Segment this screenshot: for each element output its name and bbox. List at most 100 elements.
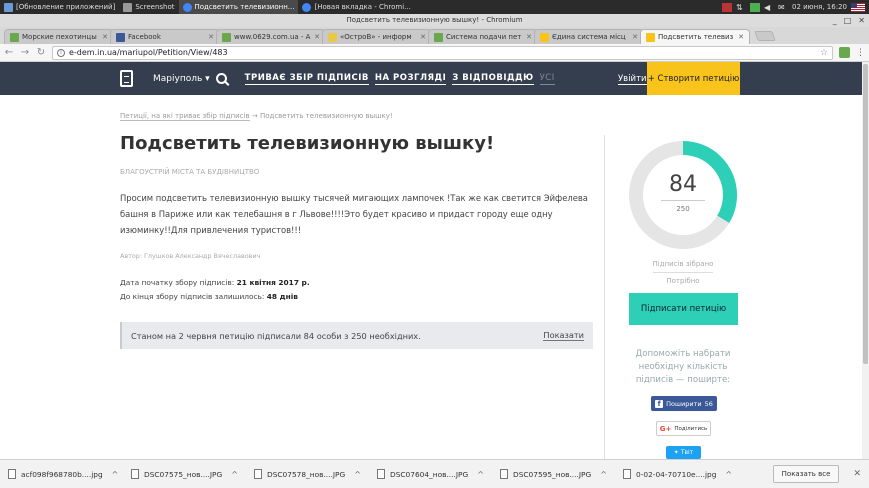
days-left-value: 48 днів [266, 292, 298, 301]
extension-icon[interactable] [839, 47, 850, 58]
security-icon[interactable] [750, 2, 760, 12]
chevron-up-icon[interactable]: ^ [477, 470, 484, 479]
tab-title: «ОстроВ» - информ [340, 33, 412, 41]
volume-icon[interactable]: ◀ [764, 3, 774, 12]
system-tray: ⇅ ◀ ✉ 02 июня, 16:20 [722, 2, 869, 12]
show-signatures-link[interactable]: Показати [543, 330, 584, 341]
clock[interactable]: 02 июня, 16:20 [792, 3, 847, 11]
tab-title: Facebook [128, 33, 161, 41]
tab-title: Морские пехотинцы [22, 33, 97, 41]
browser-tab-active[interactable]: Подсветить телевиз ✕ [640, 29, 750, 44]
breadcrumb-link[interactable]: Петиції, на які триває збір підписів [120, 112, 250, 121]
download-item[interactable]: acf098f968780b....jpg ^ [8, 469, 131, 479]
taskbar-item[interactable]: [Обновление приложений] [0, 0, 119, 14]
nav-link-answered[interactable]: З ВІДПОВІДДЮ [452, 73, 534, 85]
close-downloads-icon[interactable]: ✕ [853, 469, 861, 479]
chevron-up-icon[interactable]: ^ [354, 470, 361, 479]
search-icon[interactable] [215, 73, 227, 84]
chevron-up-icon[interactable]: ^ [600, 470, 607, 479]
create-petition-button[interactable]: + Створити петицію [647, 62, 740, 95]
download-item[interactable]: DSC07595_нов....JPG ^ [500, 469, 623, 479]
keyboard-layout-flag-icon[interactable] [851, 2, 865, 12]
envelope-icon[interactable]: ✉ [778, 3, 788, 12]
browser-tab[interactable]: Facebook ✕ [110, 29, 220, 44]
tab-title: www.0629.com.ua - А [234, 33, 311, 41]
chromium-icon [182, 2, 192, 12]
download-item[interactable]: DSC07575_нов....JPG ^ [131, 469, 254, 479]
nav-link-all[interactable]: УСІ [539, 73, 555, 85]
close-tab-icon[interactable]: ✕ [632, 33, 638, 41]
back-arrow-icon[interactable]: ← [4, 47, 14, 58]
breadcrumb: Петиції, на які триває збір підписів → П… [120, 112, 393, 121]
browser-tab[interactable]: Морские пехотинцы ✕ [4, 29, 114, 44]
info-icon[interactable]: i [57, 48, 65, 57]
network-icon[interactable]: ⇅ [736, 3, 746, 12]
browser-tab[interactable]: «ОстроВ» - информ ✕ [322, 29, 432, 44]
close-window-button[interactable]: ✕ [858, 14, 865, 27]
url-text[interactable]: e-dem.in.ua/mariupol/Petition/View/483 [69, 48, 228, 57]
signatures-needed-count: 250 [676, 205, 690, 213]
download-item[interactable]: DSC07578_нов....JPG ^ [254, 469, 377, 479]
chevron-up-icon[interactable]: ^ [231, 470, 238, 479]
window-titlebar: Подсветить телевизионную вышку! - Chromi… [0, 14, 869, 27]
reload-icon[interactable]: ↻ [36, 47, 46, 58]
tab-strip: Морские пехотинцы ✕ Facebook ✕ www.0629.co… [0, 27, 869, 44]
column-divider [604, 135, 605, 459]
taskbar-item-label: Подсветить телевизионн... [194, 3, 295, 11]
chromium-icon [302, 2, 312, 12]
close-tab-icon[interactable]: ✕ [102, 33, 108, 41]
address-bar[interactable]: i e-dem.in.ua/mariupol/Petition/View/483… [52, 45, 833, 60]
scrollbar-thumb[interactable] [863, 64, 868, 364]
close-tab-icon[interactable]: ✕ [420, 33, 426, 41]
city-selector[interactable]: Маріуполь ▾ [153, 74, 210, 84]
file-icon [377, 469, 385, 479]
bookmark-star-icon[interactable]: ☆ [820, 48, 828, 58]
browser-tab[interactable]: Система подачи пет ✕ [428, 29, 538, 44]
google-plus-share-button[interactable]: G+ Поділитись [656, 421, 711, 436]
facebook-share-button[interactable]: f Поширити 56 [651, 396, 717, 411]
login-link[interactable]: Увійти [618, 74, 647, 85]
facebook-icon: f [655, 399, 664, 408]
download-item[interactable]: 0-02-04-70710e....jpg ^ [623, 469, 746, 479]
show-all-downloads-button[interactable]: Показать все [772, 465, 840, 483]
minimize-button[interactable]: _ [833, 14, 837, 27]
close-tab-icon[interactable]: ✕ [314, 33, 320, 41]
tab-title: Система подачи пет [446, 33, 522, 41]
download-filename: DSC07595_нов....JPG [513, 469, 592, 479]
taskbar-item[interactable]: [Новая вкладка - Chromi... [298, 0, 414, 14]
site-logo-icon[interactable] [120, 70, 133, 87]
twitter-share-button[interactable]: ✦ Твіт [666, 446, 701, 459]
browser-tab[interactable]: Єдина система місц ✕ [534, 29, 644, 44]
google-plus-icon: G+ [659, 424, 672, 433]
favicon-icon [10, 32, 19, 42]
file-icon [623, 469, 631, 479]
forward-arrow-icon[interactable]: → [20, 47, 30, 58]
browser-tab[interactable]: www.0629.com.ua - А ✕ [216, 29, 326, 44]
page-scrollbar[interactable] [862, 62, 869, 459]
taskbar-item[interactable]: Подсветить телевизионн... [178, 0, 299, 14]
maximize-button[interactable]: □ [844, 14, 852, 27]
share-help-text: Допоможіть набрати необхідну кількість п… [635, 349, 731, 385]
taskbar-item[interactable]: Screenshot [119, 0, 178, 14]
signature-status-bar: Станом на 2 червня петицію підписали 84 … [120, 322, 593, 349]
download-filename: DSC07604_нов....JPG [390, 469, 469, 479]
gauge-divider [661, 200, 705, 201]
close-tab-icon[interactable]: ✕ [738, 33, 744, 41]
nav-link-collecting[interactable]: ТРИВАЄ ЗБІР ПІДПИСІВ [244, 73, 369, 85]
favicon-icon [540, 32, 549, 42]
signature-status-text: Станом на 2 червня петицію підписали 84 … [131, 330, 421, 341]
close-tab-icon[interactable]: ✕ [526, 33, 532, 41]
close-tab-icon[interactable]: ✕ [208, 33, 214, 41]
downloads-bar: acf098f968780b....jpg ^ DSC07575_нов....J… [0, 459, 869, 488]
chevron-up-icon[interactable]: ^ [725, 470, 732, 479]
download-item[interactable]: DSC07604_нов....JPG ^ [377, 469, 500, 479]
new-tab-button[interactable] [754, 31, 776, 41]
mail-icon[interactable] [722, 2, 732, 12]
sign-petition-button[interactable]: Підписати петицію [629, 293, 738, 325]
nav-link-review[interactable]: НА РОЗГЛЯДІ [374, 73, 447, 85]
chevron-up-icon[interactable]: ^ [112, 470, 119, 479]
collected-label: Підписів зібрано [652, 256, 714, 273]
menu-icon[interactable]: ⋮ [856, 48, 865, 58]
gauge-legend: Підписів зібрано Потрібно [628, 256, 738, 289]
city-name: Маріуполь [153, 73, 203, 84]
